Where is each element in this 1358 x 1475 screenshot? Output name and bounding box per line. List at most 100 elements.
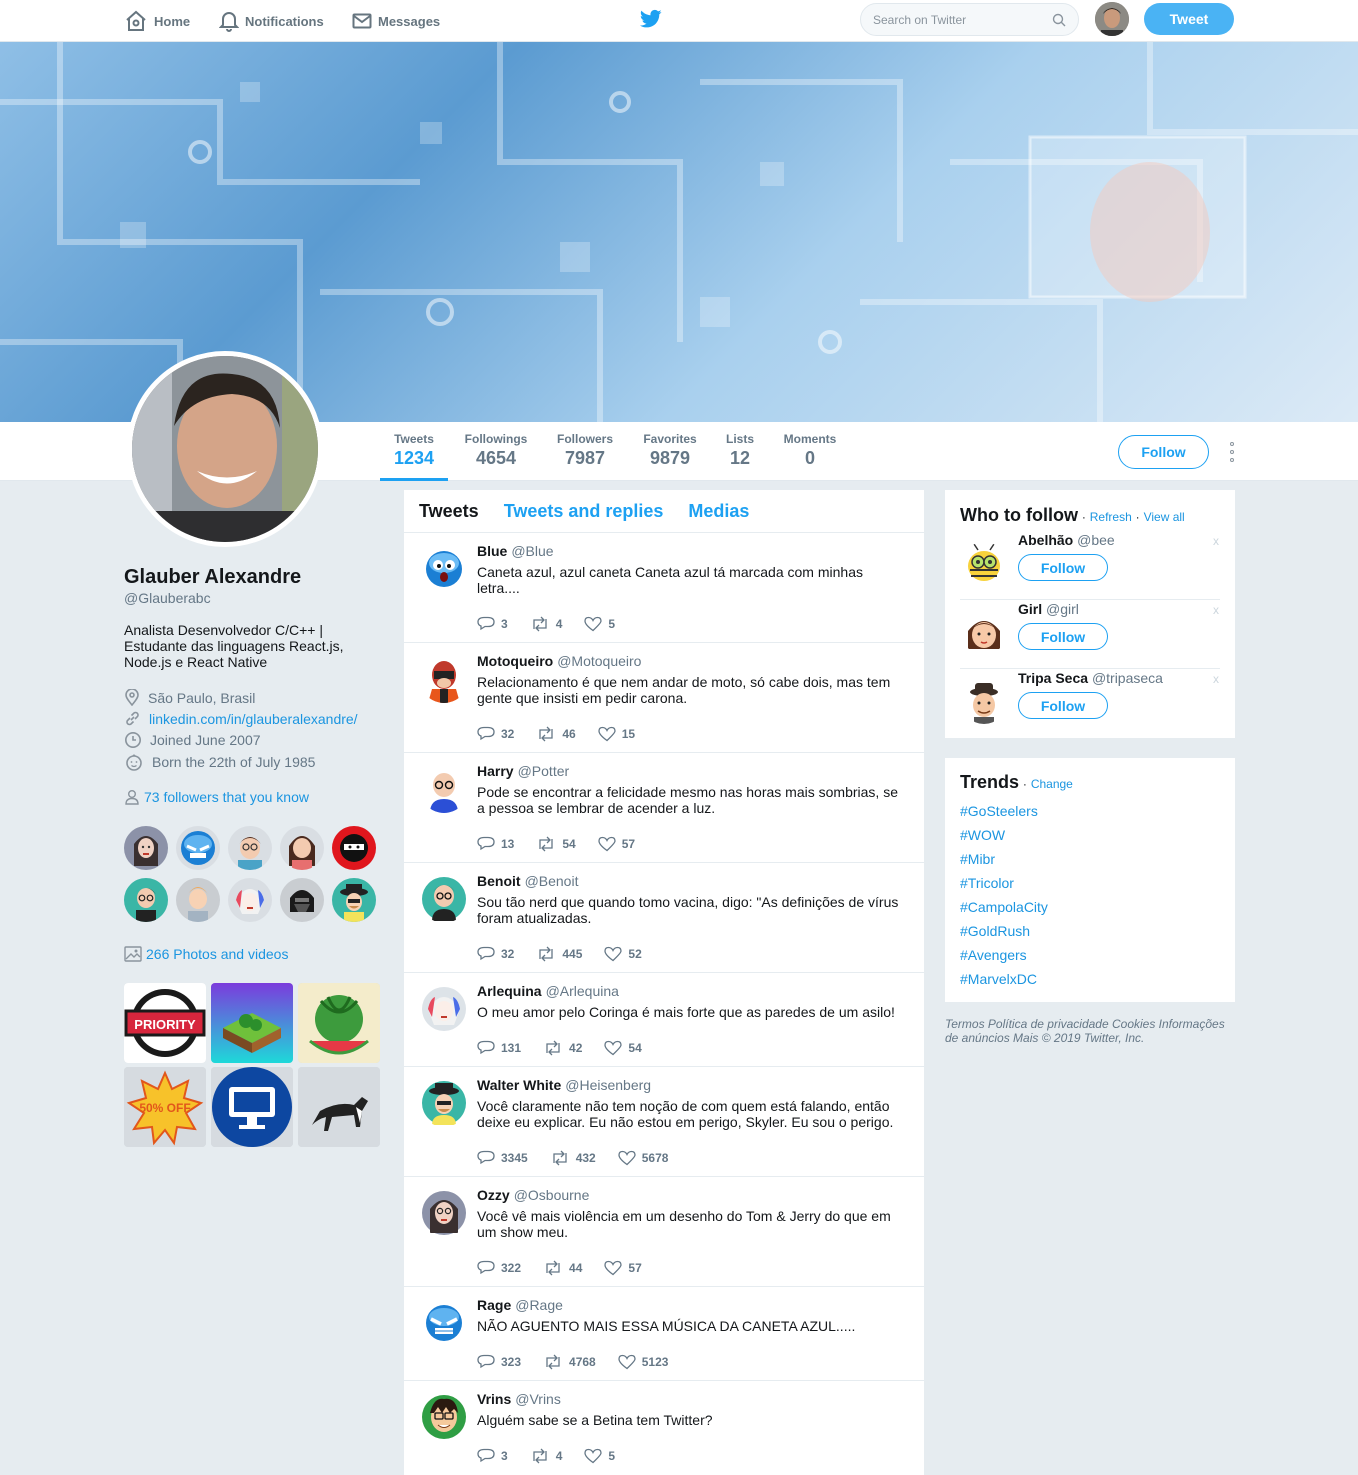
like-button[interactable]: 5123	[618, 1354, 668, 1370]
tweet-author-name[interactable]: Arlequina	[477, 983, 542, 999]
photo-monitor[interactable]	[211, 1067, 293, 1147]
reply-button[interactable]: 323	[477, 1354, 521, 1370]
like-button[interactable]: 57	[604, 1260, 642, 1276]
retweet-button[interactable]: 44	[543, 1260, 582, 1276]
suggestion-user-name[interactable]: Abelhão	[1018, 532, 1073, 548]
tweet-author-handle[interactable]: @Heisenberg	[565, 1077, 651, 1093]
tweet-author-avatar[interactable]	[420, 1079, 468, 1127]
tab-medias[interactable]: Medias	[688, 501, 749, 522]
tweet-author-handle[interactable]: @Potter	[518, 763, 570, 779]
follower-avatar[interactable]	[176, 878, 220, 922]
nav-notifications[interactable]: Notifications	[219, 8, 324, 34]
tweet-author-avatar[interactable]	[420, 1393, 468, 1441]
photo-watermelon[interactable]	[298, 983, 380, 1063]
stat-moments[interactable]: Moments 0	[780, 432, 840, 469]
tweet-author-name[interactable]: Blue	[477, 543, 507, 559]
reply-button[interactable]: 322	[477, 1260, 521, 1276]
profile-avatar[interactable]	[127, 351, 323, 547]
followers-you-know[interactable]: 73 followers that you know	[124, 789, 309, 805]
more-options-icon[interactable]	[1226, 440, 1238, 464]
view-all-link[interactable]: View all	[1144, 510, 1185, 524]
tweet-item[interactable]: Blue @Blue Caneta azul, azul caneta Canet…	[404, 533, 924, 643]
reply-button[interactable]: 3	[477, 616, 508, 632]
trend-item[interactable]: #CampolaCity	[960, 895, 1220, 919]
retweet-button[interactable]: 42	[543, 1040, 582, 1056]
suggestion-follow-button[interactable]: Follow	[1018, 554, 1108, 581]
search-box[interactable]	[860, 3, 1079, 36]
tweet-author-name[interactable]: Walter White	[477, 1077, 561, 1093]
tweet-item[interactable]: Rage @Rage NÃO AGUENTO MAIS ESSA MÚSICA D…	[404, 1287, 924, 1381]
tweet-author-name[interactable]: Rage	[477, 1297, 511, 1313]
tweet-item[interactable]: Ozzy @Osbourne Você vê mais violência em …	[404, 1177, 924, 1287]
tweet-author-handle[interactable]: @Benoit	[525, 873, 579, 889]
photo-island[interactable]	[211, 983, 293, 1063]
reply-button[interactable]: 3	[477, 1448, 508, 1464]
photos-videos[interactable]: 266 Photos and videos	[124, 946, 288, 962]
retweet-button[interactable]: 432	[550, 1150, 596, 1166]
tweet-author-handle[interactable]: @Blue	[511, 543, 553, 559]
retweet-button[interactable]: 4	[530, 616, 562, 632]
tweet-item[interactable]: Vrins @Vrins Alguém sabe se a Betina tem …	[404, 1381, 924, 1475]
tweet-author-name[interactable]: Harry	[477, 763, 514, 779]
tab-tweets[interactable]: Tweets	[419, 501, 479, 522]
suggestion-user-handle[interactable]: @tripaseca	[1092, 670, 1163, 686]
profile-link[interactable]: linkedin.com/in/glauberalexandre/	[124, 710, 358, 727]
suggestion-follow-button[interactable]: Follow	[1018, 623, 1108, 650]
trend-item[interactable]: #WOW	[960, 823, 1220, 847]
trend-item[interactable]: #GoSteelers	[960, 799, 1220, 823]
suggestion-user-name[interactable]: Girl	[1018, 601, 1042, 617]
change-link[interactable]: Change	[1031, 777, 1073, 791]
retweet-button[interactable]: 46	[536, 726, 576, 742]
tweet-author-name[interactable]: Benoit	[477, 873, 521, 889]
followers-you-know-link[interactable]: 73 followers that you know	[144, 789, 309, 805]
tweet-item[interactable]: Benoit @Benoit Sou tão nerd que quando to…	[404, 863, 924, 973]
stat-favorites[interactable]: Favorites 9879	[638, 432, 702, 469]
nav-home[interactable]: Home	[124, 8, 190, 34]
like-button[interactable]: 57	[598, 836, 635, 852]
twitter-bird-logo-icon[interactable]	[640, 9, 662, 29]
stat-lists[interactable]: Lists 12	[722, 432, 758, 469]
like-button[interactable]: 5	[584, 616, 615, 632]
tweet-author-avatar[interactable]	[420, 545, 468, 593]
reply-button[interactable]: 13	[477, 836, 514, 852]
tweet-author-avatar[interactable]	[420, 875, 468, 923]
tweet-item[interactable]: Walter White @Heisenberg Você claramente …	[404, 1067, 924, 1177]
follower-avatar[interactable]	[332, 878, 376, 922]
tweet-author-avatar[interactable]	[420, 1299, 468, 1347]
trend-item[interactable]: #Mibr	[960, 847, 1220, 871]
photo-dog[interactable]	[298, 1067, 380, 1147]
tweet-author-handle[interactable]: @Arlequina	[546, 983, 619, 999]
suggestion-avatar[interactable]	[962, 542, 1006, 586]
tweet-author-avatar[interactable]	[420, 765, 468, 813]
dismiss-suggestion-icon[interactable]: x	[1213, 534, 1219, 548]
tweet-item[interactable]: Arlequina @Arlequina O meu amor pelo Cori…	[404, 973, 924, 1067]
follower-avatar[interactable]	[176, 826, 220, 870]
like-button[interactable]: 54	[604, 1040, 642, 1056]
follower-avatar[interactable]	[124, 878, 168, 922]
trend-item[interactable]: #Avengers	[960, 943, 1220, 967]
photo-priority[interactable]: PRIORITY	[124, 983, 206, 1063]
follower-avatar[interactable]	[228, 878, 272, 922]
tweet-button[interactable]: Tweet	[1144, 3, 1234, 35]
tweet-item[interactable]: Motoqueiro @Motoqueiro Relacionamento é q…	[404, 643, 924, 753]
follower-avatar[interactable]	[280, 826, 324, 870]
photo-discount[interactable]: 50% OFF	[124, 1067, 206, 1147]
search-icon[interactable]	[1052, 13, 1066, 27]
stat-followers[interactable]: Followers 7987	[552, 432, 618, 469]
like-button[interactable]: 52	[604, 946, 642, 962]
tweet-author-handle[interactable]: @Rage	[515, 1297, 563, 1313]
retweet-button[interactable]: 4768	[543, 1354, 596, 1370]
tweet-author-avatar[interactable]	[420, 985, 468, 1033]
follower-avatar[interactable]	[332, 826, 376, 870]
like-button[interactable]: 5678	[618, 1150, 668, 1166]
suggestion-avatar[interactable]	[962, 680, 1006, 724]
dismiss-suggestion-icon[interactable]: x	[1213, 603, 1219, 617]
suggestion-avatar[interactable]	[962, 611, 1006, 655]
trend-item[interactable]: #GoldRush	[960, 919, 1220, 943]
like-button[interactable]: 15	[598, 726, 635, 742]
suggestion-user-name[interactable]: Tripa Seca	[1018, 670, 1088, 686]
user-avatar[interactable]	[1095, 2, 1129, 36]
tab-tweets-and-replies[interactable]: Tweets and replies	[504, 501, 664, 522]
suggestion-follow-button[interactable]: Follow	[1018, 692, 1108, 719]
follower-avatar[interactable]	[280, 878, 324, 922]
